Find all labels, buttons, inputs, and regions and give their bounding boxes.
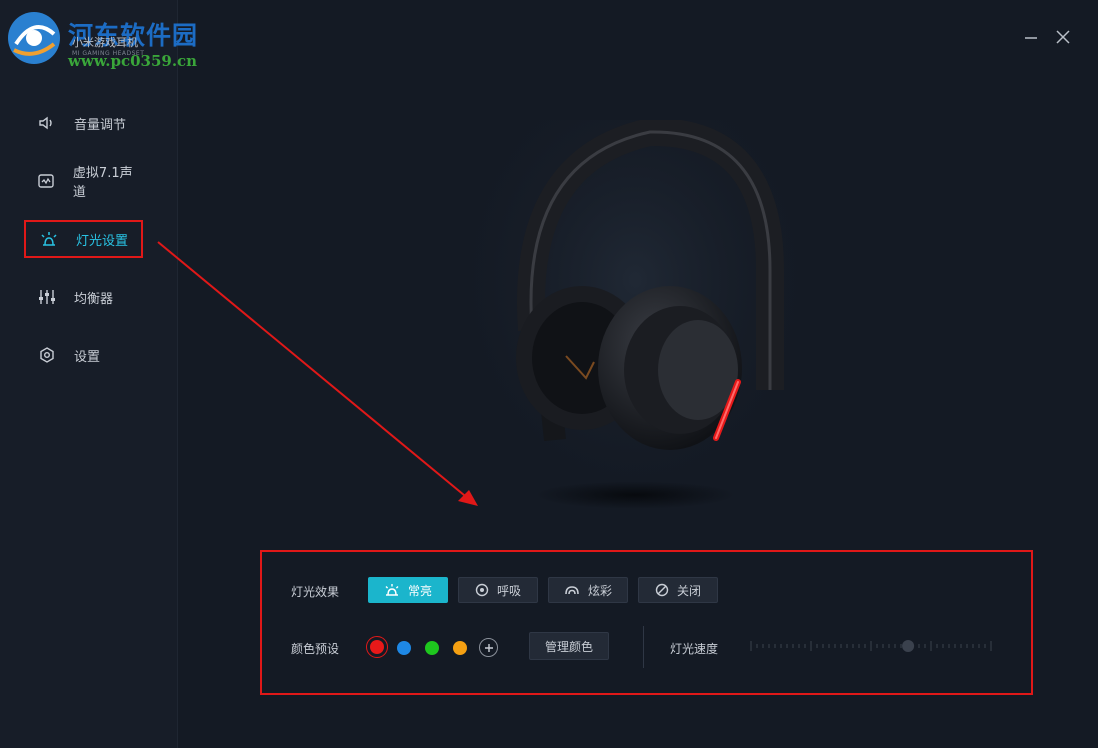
- sidebar-item-label: 设置: [74, 349, 101, 365]
- color-swatch-orange[interactable]: [453, 641, 467, 655]
- surround-sound-icon: [32, 172, 61, 190]
- minimize-icon: [1025, 37, 1037, 39]
- color-swatch-blue[interactable]: [397, 641, 411, 655]
- slider-handle[interactable]: [902, 640, 915, 652]
- speaker-icon: [32, 114, 62, 132]
- light-speed-label: 灯光速度: [670, 642, 719, 656]
- lighting-panel: 灯光效果 常亮 呼吸 炫彩 关闭 颜色预设 管理颜色 灯光速度: [260, 550, 1033, 695]
- minimize-button[interactable]: [1022, 28, 1040, 46]
- sidebar-item-equalizer[interactable]: 均衡器: [24, 278, 143, 316]
- color-swatch-red[interactable]: [370, 640, 384, 654]
- sidebar-item-label: 虚拟7.1声道: [72, 166, 133, 200]
- effect-breathe-button[interactable]: 呼吸: [458, 577, 538, 603]
- settings-icon: [32, 346, 62, 364]
- effect-off-button[interactable]: 关闭: [638, 577, 718, 603]
- app-subtitle: MI GAMING HEADSET: [72, 50, 145, 57]
- manage-colors-button[interactable]: 管理颜色: [529, 632, 609, 660]
- effect-label: 灯光效果: [291, 585, 340, 599]
- sidebar-item-virtual-surround[interactable]: 虚拟7.1声道: [24, 162, 143, 200]
- close-button[interactable]: [1054, 28, 1072, 46]
- breathe-icon: [475, 583, 489, 597]
- effect-steady-button[interactable]: 常亮: [368, 577, 448, 603]
- equalizer-icon: [32, 288, 62, 306]
- sidebar-item-volume[interactable]: 音量调节: [24, 104, 143, 142]
- light-icon: [385, 584, 399, 596]
- sidebar-item-label: 灯光设置: [76, 233, 129, 249]
- slider-ticks: [750, 641, 992, 651]
- add-color-button[interactable]: [479, 638, 498, 657]
- effect-off-label: 关闭: [676, 583, 701, 598]
- sidebar: 河东软件园 www.pc0359.cn 小米游戏耳机 MI GAMING HEA…: [0, 0, 197, 748]
- effect-breathe-label: 呼吸: [496, 583, 521, 598]
- sidebar-item-label: 音量调节: [74, 117, 127, 133]
- effect-steady-label: 常亮: [407, 583, 432, 598]
- sidebar-item-label: 均衡器: [74, 291, 114, 307]
- app-name: 小米游戏耳机: [72, 36, 138, 49]
- effect-rainbow-label: 炫彩: [587, 583, 612, 598]
- sidebar-item-settings[interactable]: 设置: [24, 336, 143, 374]
- plus-icon: [484, 643, 493, 652]
- headset-image: [470, 120, 800, 520]
- off-icon: [655, 583, 669, 597]
- effect-rainbow-button[interactable]: 炫彩: [548, 577, 628, 603]
- color-preset-label: 颜色预设: [291, 642, 340, 656]
- color-swatch-green[interactable]: [425, 641, 439, 655]
- close-icon: [1056, 30, 1070, 44]
- sidebar-item-lighting[interactable]: 灯光设置: [24, 220, 143, 258]
- rainbow-icon: [565, 586, 579, 595]
- light-speed-slider[interactable]: [749, 640, 993, 652]
- light-icon: [34, 230, 64, 248]
- watermark-logo-icon: [8, 12, 60, 64]
- divider: [643, 626, 644, 668]
